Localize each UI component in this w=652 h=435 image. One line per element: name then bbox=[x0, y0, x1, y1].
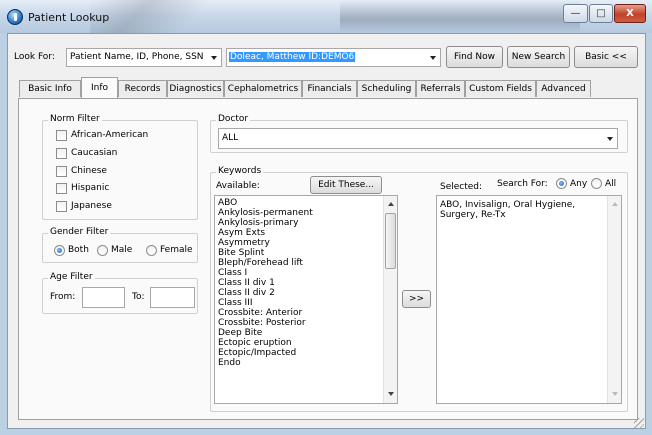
list-item[interactable]: Deep Bite bbox=[218, 328, 262, 338]
search-for-label: Search For: bbox=[497, 179, 548, 189]
list-item[interactable]: ABO bbox=[218, 198, 237, 208]
list-item[interactable]: Asymmetry bbox=[218, 238, 270, 248]
available-list-scrollbar[interactable] bbox=[383, 196, 397, 403]
radio-search-all[interactable] bbox=[591, 178, 602, 189]
doctor-value: ALL bbox=[222, 133, 239, 143]
list-item[interactable]: Class III bbox=[218, 298, 253, 308]
chevron-down-icon bbox=[607, 137, 613, 141]
selected-list-scrollbar[interactable] bbox=[607, 196, 621, 403]
chevron-down-icon bbox=[430, 56, 436, 60]
tab-cephalometrics[interactable]: Cephalometrics bbox=[224, 80, 302, 97]
tab-financials[interactable]: Financials bbox=[302, 80, 357, 97]
checkbox-african-american[interactable] bbox=[56, 130, 67, 141]
radio-label: Male bbox=[111, 245, 133, 255]
list-item[interactable]: Bite Splint bbox=[218, 248, 264, 258]
radio-label: All bbox=[605, 179, 617, 189]
age-filter-title: Age Filter bbox=[48, 272, 95, 282]
checkbox-hispanic[interactable] bbox=[56, 183, 67, 194]
radio-label: Any bbox=[570, 179, 588, 189]
age-from-label: From: bbox=[50, 292, 76, 302]
selected-keywords-list[interactable]: ABO, Invisalign, Oral Hygiene, Surgery, … bbox=[436, 195, 622, 404]
look-for-label: Look For: bbox=[14, 52, 55, 62]
tab-referrals[interactable]: Referrals bbox=[416, 80, 465, 97]
available-keywords-list[interactable]: ABO Ankylosis-permanent Ankylosis-primar… bbox=[214, 195, 398, 404]
title-bar[interactable]: Patient Lookup bbox=[0, 0, 652, 33]
checkbox-label: Japanese bbox=[71, 201, 112, 211]
age-to-input[interactable] bbox=[150, 287, 195, 308]
list-item[interactable]: Crossbite: Anterior bbox=[218, 308, 302, 318]
scrollbar-thumb[interactable] bbox=[385, 213, 396, 269]
tab-diagnostics[interactable]: Diagnostics bbox=[167, 80, 224, 97]
list-item[interactable]: Crossbite: Posterior bbox=[218, 318, 306, 328]
title-bar-shading bbox=[340, 0, 580, 33]
new-search-button[interactable]: New Search bbox=[507, 46, 570, 68]
checkbox-label: Hispanic bbox=[71, 183, 110, 193]
checkbox-caucasian[interactable] bbox=[56, 148, 67, 159]
selected-keywords-text: ABO, Invisalign, Oral Hygiene, bbox=[440, 200, 576, 210]
look-for-value: Patient Name, ID, Phone, SSN bbox=[70, 52, 204, 62]
list-item[interactable]: Asym Exts bbox=[218, 228, 265, 238]
available-label: Available: bbox=[216, 181, 260, 191]
scroll-down-icon[interactable] bbox=[612, 392, 618, 396]
doctor-title: Doctor bbox=[216, 114, 251, 124]
checkbox-japanese[interactable] bbox=[56, 201, 67, 212]
tab-advanced[interactable]: Advanced bbox=[536, 80, 591, 97]
radio-gender-both[interactable] bbox=[54, 245, 65, 256]
tab-basic-info[interactable]: Basic Info bbox=[19, 80, 81, 97]
close-button[interactable]: X bbox=[614, 4, 646, 23]
doctor-select[interactable]: ALL bbox=[218, 128, 618, 149]
checkbox-chinese[interactable] bbox=[56, 166, 67, 177]
find-now-button[interactable]: Find Now bbox=[446, 46, 503, 68]
checkbox-label: Caucasian bbox=[71, 148, 118, 158]
list-item[interactable]: Ectopic eruption bbox=[218, 338, 292, 348]
chevron-down-icon bbox=[211, 56, 217, 60]
list-item[interactable]: Class II div 1 bbox=[218, 278, 275, 288]
radio-gender-female[interactable] bbox=[146, 245, 157, 256]
search-input[interactable]: Doleac, Matthew ID:DEMO6 bbox=[226, 48, 441, 67]
close-icon: X bbox=[626, 8, 634, 19]
tab-scheduling[interactable]: Scheduling bbox=[357, 80, 416, 97]
scroll-up-icon[interactable] bbox=[388, 202, 394, 206]
list-item[interactable]: Ectopic/Impacted bbox=[218, 348, 296, 358]
search-query-text: Doleac, Matthew ID:DEMO6 bbox=[229, 52, 356, 62]
keywords-title: Keywords bbox=[216, 166, 264, 176]
selected-label: Selected: bbox=[440, 182, 483, 192]
tab-info[interactable]: Info bbox=[81, 77, 118, 98]
radio-gender-male[interactable] bbox=[97, 245, 108, 256]
list-item[interactable]: Ankylosis-primary bbox=[218, 218, 298, 228]
list-item[interactable]: Bleph/Forehead lift bbox=[218, 258, 303, 268]
edit-keywords-button[interactable]: Edit These... bbox=[310, 176, 382, 194]
window-title: Patient Lookup bbox=[28, 11, 110, 24]
scroll-down-icon[interactable] bbox=[388, 392, 394, 396]
list-item[interactable]: Class I bbox=[218, 268, 247, 278]
minimize-button[interactable]: — bbox=[563, 4, 588, 23]
scroll-up-icon[interactable] bbox=[612, 202, 618, 206]
app-icon bbox=[7, 9, 23, 25]
add-keyword-button[interactable]: >> bbox=[402, 290, 431, 308]
radio-search-any[interactable] bbox=[556, 178, 567, 189]
age-to-label: To: bbox=[132, 292, 145, 302]
tab-records[interactable]: Records bbox=[118, 80, 167, 97]
list-item[interactable]: Endo bbox=[218, 358, 241, 368]
minimize-icon: — bbox=[570, 8, 581, 19]
checkbox-label: African-American bbox=[71, 130, 149, 140]
radio-label: Female bbox=[160, 245, 193, 255]
list-item[interactable]: Ankylosis-permanent bbox=[218, 208, 313, 218]
checkbox-label: Chinese bbox=[71, 166, 107, 176]
norm-filter-title: Norm Filter bbox=[48, 114, 102, 124]
list-item[interactable]: Class II div 2 bbox=[218, 288, 275, 298]
maximize-icon: □ bbox=[596, 8, 606, 19]
look-for-select[interactable]: Patient Name, ID, Phone, SSN bbox=[66, 48, 222, 67]
maximize-button[interactable]: □ bbox=[589, 4, 613, 23]
basic-toggle-button[interactable]: Basic << bbox=[574, 46, 638, 68]
gender-filter-title: Gender Filter bbox=[48, 227, 111, 237]
selected-keywords-text: Surgery, Re-Tx bbox=[440, 210, 506, 220]
tab-custom-fields[interactable]: Custom Fields bbox=[465, 80, 536, 97]
resize-grip-icon[interactable] bbox=[634, 418, 644, 428]
radio-label: Both bbox=[68, 245, 89, 255]
age-from-input[interactable] bbox=[82, 287, 125, 308]
